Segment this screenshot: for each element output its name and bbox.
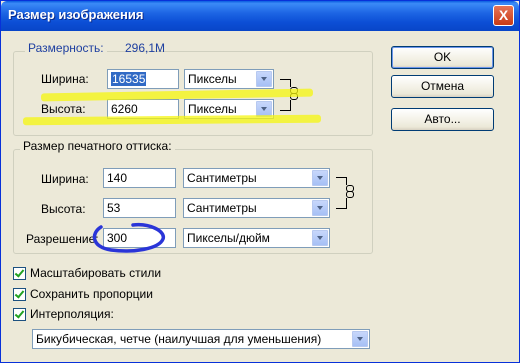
chevron-down-icon [312,170,328,186]
pixel-height-unit-select[interactable]: Пикселы [184,99,274,119]
scale-styles-checkbox[interactable] [13,267,26,280]
constrain-proportions-checkbox[interactable] [13,288,26,301]
print-height-field[interactable]: 53 [103,198,176,218]
print-width-field[interactable]: 140 [103,168,176,188]
resolution-unit-select[interactable]: Пикселы/дюйм [183,228,330,248]
close-icon[interactable]: X [493,5,514,26]
chevron-down-icon [352,331,368,347]
print-width-label: Ширина: [41,172,89,186]
auto-button[interactable]: Авто... [391,108,494,131]
chevron-down-icon [256,101,272,117]
pixel-height-label: Высота: [41,102,86,116]
print-height-unit-select[interactable]: Сантиметры [183,198,330,218]
chain-link-icon [346,185,354,198]
resample-method-select[interactable]: Бикубическая, четче (наилучшая для умень… [32,329,370,349]
dialog-body: Размерность: 296,1M Ширина: 16535 Пиксел… [1,31,519,362]
constrain-proportions-label: Сохранить пропорции [30,287,153,301]
resample-checkbox[interactable] [13,308,26,321]
pixel-dimensions-label: Размерность: [25,41,107,55]
scale-styles-label: Масштабировать стили [30,266,162,280]
ok-button[interactable]: OK [391,46,494,69]
title-bar[interactable]: Размер изображения X [1,1,519,31]
chevron-down-icon [312,200,328,216]
pixel-width-unit-select[interactable]: Пикселы [184,69,274,89]
pixel-width-field[interactable]: 16535 [107,69,179,89]
print-height-label: Высота: [41,202,86,216]
chain-link-icon [290,87,298,100]
print-width-unit-select[interactable]: Сантиметры [183,168,330,188]
annotation-circle [92,222,165,253]
chevron-down-icon [256,71,272,87]
chevron-down-icon [312,230,328,246]
pixel-width-label: Ширина: [41,72,89,86]
pixel-dimensions-group [13,51,373,136]
cancel-button[interactable]: Отмена [391,75,494,98]
resample-label: Интерполяция: [30,307,114,321]
pixel-dimensions-size: 296,1M [125,41,166,55]
print-size-title: Размер печатного оттиска: [20,139,175,153]
pixel-height-field[interactable]: 6260 [107,99,179,119]
dialog-title: Размер изображения [8,7,144,22]
image-size-dialog: Размер изображения X Размерность: 296,1M… [0,0,520,363]
